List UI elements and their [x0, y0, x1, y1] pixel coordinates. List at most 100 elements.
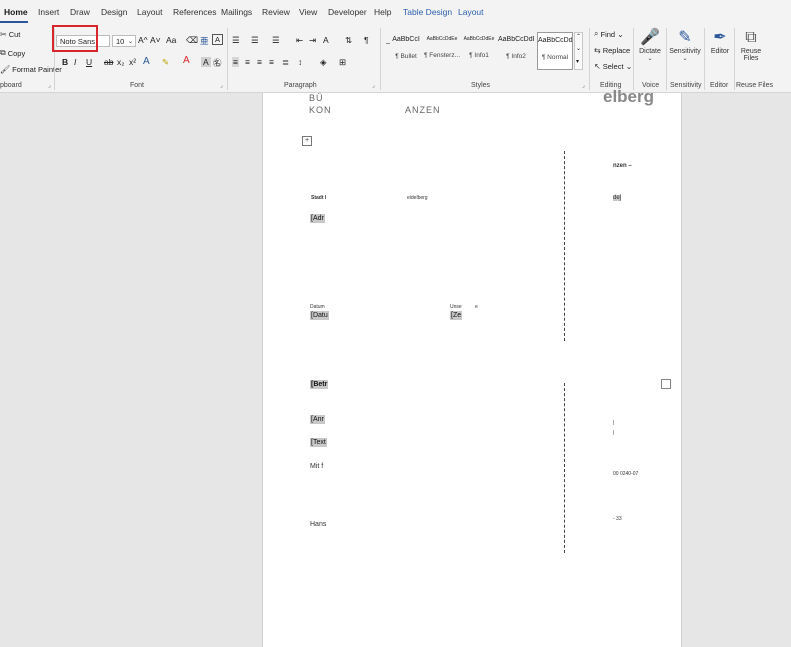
tab-references[interactable]: References	[173, 7, 216, 17]
select-button[interactable]: ↖ Select ⌄	[594, 62, 632, 71]
group-divider	[734, 28, 735, 90]
salutation-field[interactable]: [Anr	[310, 415, 325, 424]
paragraph-dialog-launcher[interactable]: ⌟	[372, 82, 375, 89]
chevron-up-icon[interactable]: ⌃	[576, 33, 581, 40]
line-spacing-icon[interactable]: ↕	[298, 57, 302, 67]
change-case-button[interactable]: Aa	[166, 35, 176, 45]
sort-icon[interactable]: ⇅	[345, 35, 352, 46]
tab-review[interactable]: Review	[262, 7, 290, 17]
dictate-button[interactable]: 🎤 Dictate ⌄	[636, 28, 664, 62]
increase-indent-icon[interactable]: ⇥	[309, 35, 316, 46]
replace-button[interactable]: ⇆ Replace	[594, 46, 630, 55]
align-right-icon[interactable]: ≡	[257, 57, 262, 67]
address-field[interactable]: [Adr	[310, 214, 325, 223]
style-name: ¶ Normal	[541, 54, 569, 61]
tab-developer[interactable]: Developer	[328, 7, 367, 17]
more-styles-icon[interactable]: ▾	[576, 58, 579, 65]
multilevel-list-icon[interactable]: ☰	[272, 35, 280, 46]
editor-button[interactable]: ✒ Editor	[706, 28, 734, 55]
zeichen-field[interactable]: [Ze	[450, 311, 463, 320]
body-text-field[interactable]: [Text	[310, 438, 327, 447]
numbering-icon[interactable]: ☰	[251, 35, 259, 46]
tab-mailings[interactable]: Mailings	[221, 7, 252, 17]
tab-draw[interactable]: Draw	[70, 7, 90, 17]
enclose-characters-icon[interactable]: ㊔	[213, 57, 222, 69]
char-border-button[interactable]: A	[212, 34, 224, 45]
table-move-handle-icon[interactable]: +	[302, 136, 312, 146]
style-normal[interactable]: AaBbCcDdI ¶ Normal	[537, 32, 573, 70]
tab-home[interactable]: Home	[4, 7, 28, 17]
reuse-files-icon: ⧉	[745, 29, 757, 46]
clipboard-dialog-launcher[interactable]: ⌟	[48, 82, 51, 89]
tab-table-layout[interactable]: Layout	[458, 7, 484, 17]
italic-button[interactable]: I	[74, 57, 76, 67]
replace-icon: ⇆	[594, 46, 601, 55]
header-line1: BÜ	[309, 93, 324, 103]
reuse-label-line1: Reuse	[740, 48, 762, 55]
ribbon: ✂ Cut ⧉ Copy 🖌 Format Painter pboard ⌟ N…	[0, 24, 791, 93]
chevron-down-icon: ⌄	[617, 29, 624, 39]
right-field[interactable]: de]	[613, 195, 622, 201]
style-info2[interactable]: AaBbCcDdI ¶ Info2	[498, 32, 534, 70]
styles-group-label: Styles	[471, 82, 491, 89]
highlight-icon[interactable]: ✎	[162, 57, 169, 68]
find-button[interactable]: ⌕ Find ⌄	[594, 29, 624, 39]
style-sample: AaBbCcDdI	[498, 36, 534, 43]
separator-2: |	[613, 430, 615, 436]
tab-table-design[interactable]: Table Design	[403, 7, 452, 17]
microphone-icon: 🎤	[640, 29, 660, 46]
decrease-indent-icon[interactable]: ⇤	[296, 35, 303, 46]
styles-gallery-scrollbar[interactable]: ⌃ ⌄ ▾	[574, 32, 583, 70]
format-painter-button[interactable]: 🖌 Format Painter	[0, 65, 62, 74]
style-info1[interactable]: AaBbCcDdEe ¶ Info1	[461, 32, 497, 70]
char-shading-icon[interactable]: A	[201, 57, 211, 67]
tab-insert[interactable]: Insert	[38, 7, 59, 17]
borders-icon[interactable]: ⊞	[339, 57, 346, 68]
date-field[interactable]: [Datu	[310, 311, 329, 320]
bullets-icon[interactable]: ☰	[232, 35, 240, 46]
tab-design[interactable]: Design	[101, 7, 127, 17]
font-size-combo[interactable]: 10 ⌄	[112, 35, 136, 47]
distributed-icon[interactable]: ≣	[282, 57, 289, 68]
superscript-button[interactable]: x²	[129, 57, 136, 67]
phonetic-guide-icon[interactable]: 亜	[200, 35, 209, 47]
font-dialog-launcher[interactable]: ⌟	[220, 82, 223, 89]
text-effects-button[interactable]: A	[143, 56, 150, 67]
grow-font-button[interactable]: A^	[138, 35, 148, 45]
style-sample: AaBbCcDdI	[538, 37, 572, 44]
group-divider	[227, 28, 228, 90]
style-sample: AaBbCcI	[392, 36, 420, 43]
asian-layout-icon[interactable]: A	[323, 35, 329, 45]
group-divider	[589, 28, 590, 90]
style-bullet[interactable]: AaBbCcI ¶ Bullet	[388, 32, 424, 70]
reuse-files-button[interactable]: ⧉ Reuse Files	[736, 28, 766, 62]
group-divider	[380, 28, 381, 90]
document-page[interactable]: BÜ KON ANZEN elberg + nzen – Stadt I eid…	[262, 87, 682, 647]
tab-help[interactable]: Help	[374, 7, 391, 17]
chevron-down-icon[interactable]: ⌄	[576, 45, 581, 52]
copy-button[interactable]: ⧉ Copy	[0, 48, 25, 58]
underline-button[interactable]: U	[86, 57, 92, 67]
shrink-font-button[interactable]: A˅	[150, 35, 161, 45]
tab-layout[interactable]: Layout	[137, 7, 163, 17]
cut-button[interactable]: ✂ Cut	[0, 30, 20, 39]
bold-button[interactable]: B	[62, 57, 68, 67]
styles-dialog-launcher[interactable]: ⌟	[582, 82, 585, 89]
shading-icon[interactable]: ◈	[320, 57, 327, 68]
table-resize-handle[interactable]	[661, 379, 671, 389]
reuse-label-line2: Files	[743, 55, 759, 62]
justify-icon[interactable]: ≡	[269, 57, 274, 67]
show-formatting-icon[interactable]: ¶	[364, 35, 369, 45]
tab-view[interactable]: View	[299, 7, 317, 17]
font-color-button[interactable]: A	[183, 55, 190, 66]
subscript-button[interactable]: x₂	[117, 57, 125, 67]
clear-formatting-icon[interactable]: ⌫	[186, 35, 198, 46]
subject-field[interactable]: [Betr	[310, 380, 329, 389]
strikethrough-button[interactable]: ab	[104, 57, 113, 67]
align-left-icon[interactable]: ≡	[232, 57, 239, 67]
style-fensterz[interactable]: AaBbCcDdEe ¶ Fensterz...	[424, 32, 460, 70]
cursor-icon: ↖	[594, 62, 601, 71]
sensitivity-button[interactable]: ✎ Sensitivity ⌄	[668, 28, 702, 62]
align-center-icon[interactable]: ≡	[245, 57, 250, 67]
sensitivity-group-label: Sensitivity	[670, 82, 702, 89]
